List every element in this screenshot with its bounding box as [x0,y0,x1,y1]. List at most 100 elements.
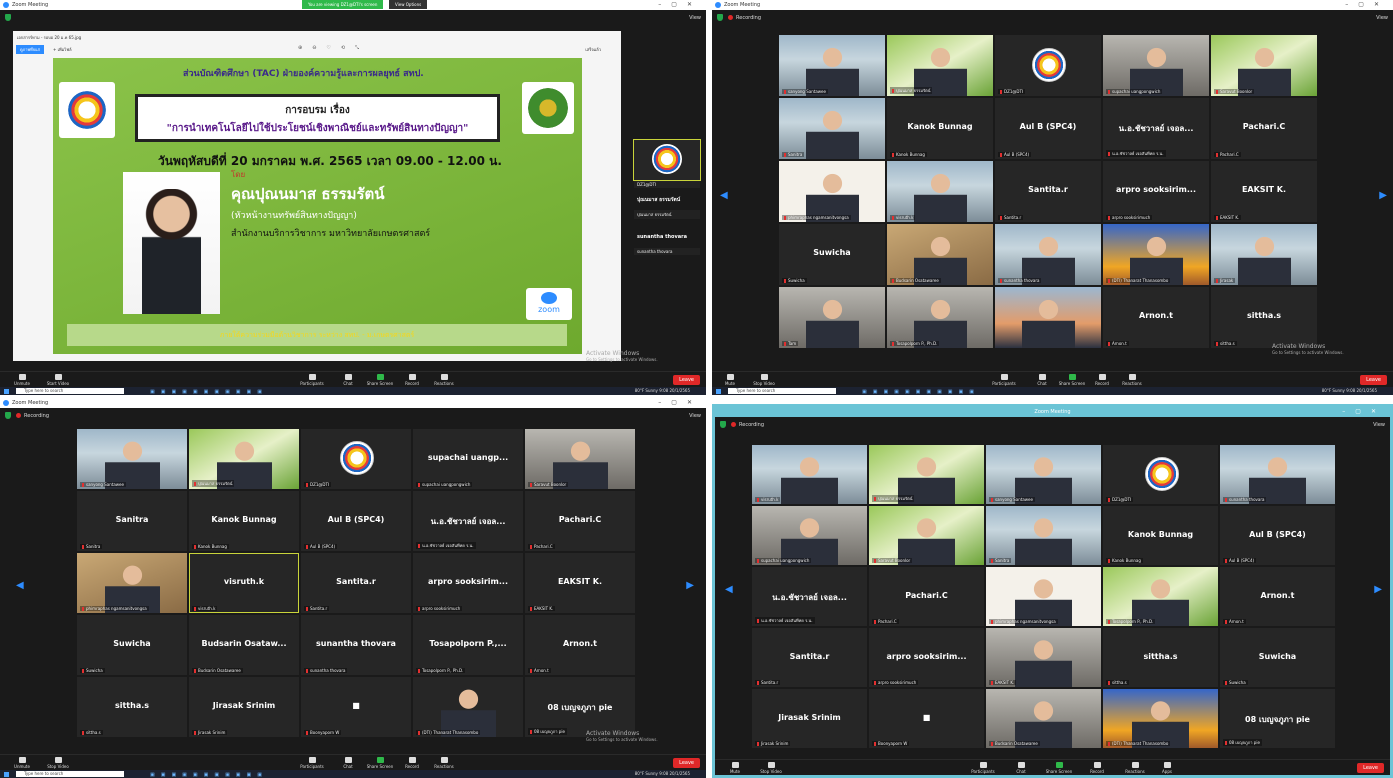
window-controls[interactable]: –▢✕ [658,398,702,408]
taskbar-app-icons[interactable]: ▣▣▣▣▣▣▣▣▣▣▣ [150,772,268,778]
add-file-button[interactable]: + เพิ่มไฟล์ [53,46,72,53]
shield-icon[interactable] [5,412,11,419]
leave-button[interactable]: Leave [673,375,700,385]
participants-button[interactable]: Participants [988,374,1020,386]
participant-tile[interactable]: Sanitra Sanitra [77,491,187,551]
participant-tile[interactable]: phimraphas ngamsanitvongsa [986,567,1101,626]
view-button[interactable]: View [1373,422,1385,428]
participant-tile[interactable]: Santita.r Santita.r [752,628,867,687]
participant-tile[interactable] [995,287,1101,348]
participant-tile[interactable]: Suwicha Suwicha [1220,628,1335,687]
chat-button[interactable]: Chat [1026,374,1058,386]
view-button[interactable]: View [1376,15,1388,21]
windows-start-icon[interactable] [4,771,9,777]
viewer-tool-icons[interactable]: ⊕⊖♡⟲⤡ [298,45,369,51]
participant-tile[interactable]: Sanitra [779,98,885,159]
participant-tile[interactable]: Saravut Boonlor [1211,35,1317,96]
stop-video-button[interactable]: Stop Video [755,762,787,774]
participant-tile[interactable]: EAKSIT K. [986,628,1101,687]
participant-tile[interactable]: ปุณนมาส ธรรมรัตน์ [189,429,299,489]
share-screen-button[interactable]: Share Screen [364,374,396,386]
participant-tile[interactable]: arpro sooksirim... arpro sooksirimuch [1103,161,1209,222]
participant-tile[interactable]: supachai uangpongwich [1103,35,1209,96]
taskbar-search[interactable]: Type here to search [16,388,124,394]
leave-button[interactable]: Leave [673,758,700,768]
windows-start-icon[interactable] [4,388,9,394]
participant-tile[interactable]: EAKSIT K. EAKSIT K. [525,553,635,613]
participant-tile[interactable]: supachai uangpongwich [752,506,867,565]
participants-button[interactable]: Participants [967,762,999,774]
participant-tile[interactable]: ■ Boonyaporn W [869,689,984,748]
participant-tile[interactable]: Aul B (SPC4) Aul B (SPC4) [301,491,411,551]
window-controls[interactable]: –▢✕ [658,0,702,10]
shield-icon[interactable] [5,14,11,21]
participant-tile[interactable]: visruth.k [887,161,993,222]
taskbar-app-icons[interactable]: ▣▣▣▣▣▣▣▣▣▣▣ [150,389,268,395]
view-button[interactable]: View [689,15,701,21]
next-page-icon[interactable]: ▶ [1374,584,1382,595]
prev-page-icon[interactable]: ◀ [720,190,728,201]
participant-tile[interactable]: Jirasak [1211,224,1317,285]
participant-tile[interactable]: Jirasak Srinim Jirasak Srinim [752,689,867,748]
participant-tile[interactable]: Suwicha Suwicha [77,615,187,675]
stop-video-button[interactable]: Stop Video [42,757,74,769]
prev-page-icon[interactable]: ◀ [16,580,24,591]
leave-button[interactable]: Leave [1360,375,1387,385]
participant-tile[interactable]: phimraphas ngamsanitvongsa [77,553,187,613]
participant-tile[interactable]: ■ Boonyaporn W [301,677,411,737]
share-screen-button[interactable]: Share Screen [1043,762,1075,774]
participant-tile[interactable]: น.อ.ชัชวาลย์ เจอล... น.อ.ชัชวาลย์ เจอสันท… [1103,98,1209,159]
participant-tile[interactable]: Sanitra [986,506,1101,565]
participant-tile[interactable]: Tosapolporn P., Ph.D. [887,287,993,348]
participant-tile[interactable]: sanyong Santawee [77,429,187,489]
participant-tile[interactable]: ปุณนมาส ธรรมรัตน์ [887,35,993,96]
share-screen-button[interactable]: Share Screen [364,757,396,769]
participant-tile[interactable]: sittha.s sittha.s [1103,628,1218,687]
participant-tile[interactable]: Santita.r Santita.r [301,553,411,613]
stop-video-button[interactable]: Stop Video [748,374,780,386]
taskbar-search[interactable]: Type here to search [728,388,836,394]
participant-tile[interactable]: sunantha thovara sunantha thovara [301,615,411,675]
participant-tile[interactable]: sittha.s sittha.s [1211,287,1317,348]
participant-tile[interactable]: Tosapolporn P.,... Tosapolporn P., Ph.D. [413,615,523,675]
participant-tile[interactable]: (DTI) Thanarat Thanasombo [1103,689,1218,748]
participant-tile[interactable]: Jirasak Srinim Jirasak Srinim [189,677,299,737]
prev-page-icon[interactable]: ◀ [725,584,733,595]
mute-button[interactable]: Mute [719,762,751,774]
record-button[interactable]: Record [396,757,428,769]
participant-tile[interactable]: 08 เบญจภูภา pie 08 เบญจภูภา pie [1220,689,1335,748]
participant-tile[interactable]: (DTI) Thanarat Thanasombo [413,677,523,737]
participant-tile[interactable]: 08 เบญจภูภา pie 08 เบญจภูภา pie [525,677,635,737]
participant-tile[interactable]: sanyong Santawee [986,445,1101,504]
participant-tile[interactable]: Aul B (SPC4) Aul B (SPC4) [995,98,1101,159]
reactions-button[interactable]: Reactions [1116,374,1148,386]
record-button[interactable]: Record [1081,762,1113,774]
participant-tile[interactable]: phimraphas ngamsanitvongsa [779,161,885,222]
chat-button[interactable]: Chat [1005,762,1037,774]
participant-tile[interactable]: Budsarin Osataw... Budsarin Osatawaree [189,615,299,675]
participant-tile[interactable]: arpro sooksirim... arpro sooksirimuch [413,553,523,613]
participant-tile[interactable]: Pachari.C Pachari.C [869,567,984,626]
apps-button[interactable]: Apps [1151,762,1183,774]
windows-start-icon[interactable] [716,388,721,394]
participants-button[interactable]: Participants [296,374,328,386]
participant-tile[interactable]: Arnon.t Arnon.t [1103,287,1209,348]
participant-tile[interactable]: Aul B (SPC4) Aul B (SPC4) [1220,506,1335,565]
next-page-icon[interactable]: ▶ [686,580,694,591]
participant-tile[interactable]: EAKSIT K. EAKSIT K. [1211,161,1317,222]
participant-tile[interactable]: Santita.r Santita.r [995,161,1101,222]
participant-tile[interactable]: น.อ.ชัชวาลย์ เจอล... น.อ.ชัชวาลย์ เจอสันท… [752,567,867,626]
unmute-button[interactable]: Unmute [6,757,38,769]
participant-tile[interactable]: DZ1@DTI [1103,445,1218,504]
taskbar-search[interactable]: Type here to search [16,771,124,777]
viewer-done-button[interactable]: เสร็จแล้ว [585,46,601,53]
side-video-dz1[interactable] [633,139,701,181]
record-button[interactable]: Record [396,374,428,386]
chat-button[interactable]: Chat [332,757,364,769]
participant-tile[interactable]: Kanok Bunnag Kanok Bunnag [189,491,299,551]
next-page-icon[interactable]: ▶ [1379,190,1387,201]
participant-tile[interactable]: Arnon.t Arnon.t [525,615,635,675]
participant-tile[interactable]: (DTI) Thanarat Thanasombo [1103,224,1209,285]
participant-tile[interactable]: Tosapolporn P., Ph.D. [1103,567,1218,626]
participant-tile[interactable]: น.อ.ชัชวาลย์ เจอล... น.อ.ชัชวาลย์ เจอสันท… [413,491,523,551]
